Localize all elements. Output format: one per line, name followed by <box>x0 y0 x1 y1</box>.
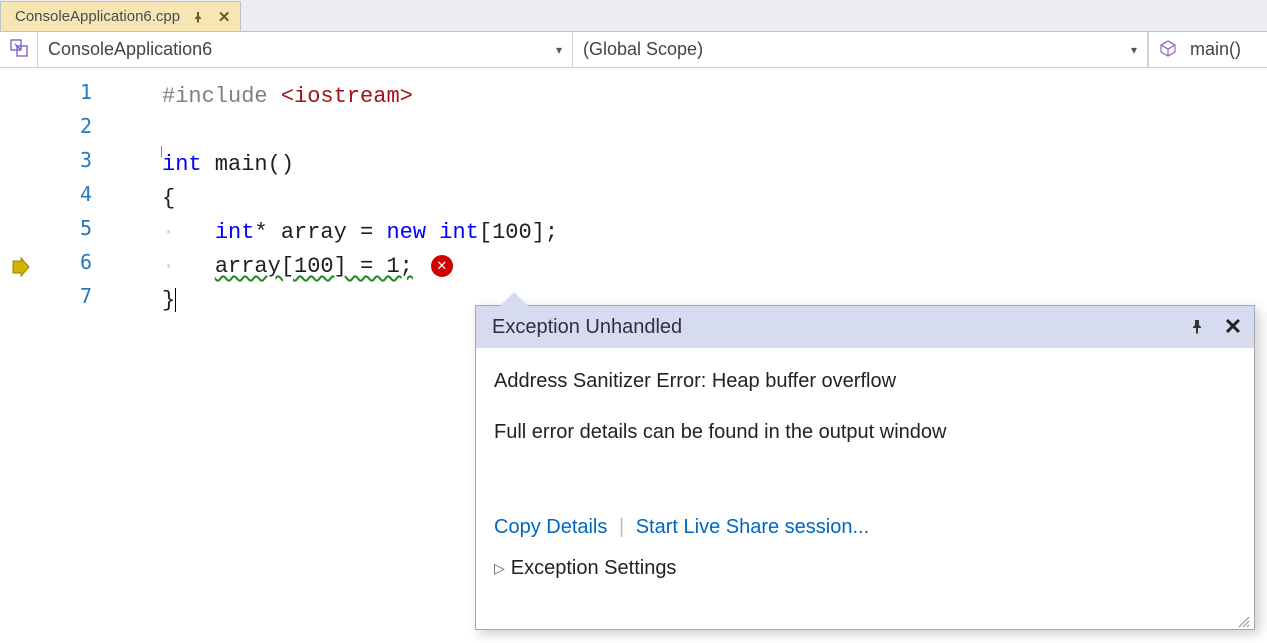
outline-gutter: − <box>106 68 162 643</box>
tab-filename: ConsoleApplication6.cpp <box>15 8 180 25</box>
text-caret <box>175 288 176 312</box>
code-line: · array[100] = 1;✕ <box>162 250 1267 284</box>
token-keyword: int <box>162 152 202 177</box>
close-icon[interactable]: ✕ <box>216 9 232 25</box>
code-line: · int* array = new int[100]; <box>162 216 1267 250</box>
token-brace: { <box>162 186 175 211</box>
code-line: #include <iostream> <box>162 80 1267 114</box>
chevron-right-icon: ▷ <box>494 560 505 577</box>
scope-combo[interactable]: (Global Scope) ▾ <box>573 32 1148 67</box>
nav-bar: ConsoleApplication6 ▾ (Global Scope) ▾ m… <box>0 32 1267 68</box>
current-statement-arrow-icon <box>10 256 32 278</box>
code-line: int main() <box>162 148 1267 182</box>
token-star: * <box>254 220 267 245</box>
project-combo[interactable]: ConsoleApplication6 ▾ <box>38 32 573 67</box>
line-number: 2 <box>44 114 106 148</box>
token-ident: main() <box>202 152 294 177</box>
popup-error-message: Address Sanitizer Error: Heap buffer ove… <box>494 370 1236 393</box>
line-numbers: 1 2 3 4 5 6 7 <box>44 68 106 643</box>
function-combo[interactable]: main() <box>1186 32 1267 67</box>
start-live-share-link[interactable]: Start Live Share session... <box>636 516 869 538</box>
pin-icon[interactable] <box>1186 316 1208 338</box>
token-keyword: new <box>386 220 439 245</box>
glyph-margin <box>0 68 44 643</box>
line-number: 5 <box>44 216 106 250</box>
resize-grip-icon[interactable] <box>1236 611 1250 625</box>
project-combo-text: ConsoleApplication6 <box>48 39 212 60</box>
token-include: #include <box>162 84 281 109</box>
popup-title-text: Exception Unhandled <box>492 316 682 339</box>
token-semi: ; <box>545 220 558 245</box>
token-header: <iostream> <box>281 84 413 109</box>
function-combo-text: main() <box>1190 39 1241 60</box>
line-number: 4 <box>44 182 106 216</box>
popup-body: Address Sanitizer Error: Heap buffer ove… <box>476 348 1254 516</box>
token-keyword: int <box>439 220 479 245</box>
nav-scope-icon-box[interactable] <box>0 32 38 67</box>
token-squiggle-warning: array[100] = 1; <box>215 254 413 279</box>
token-brace: } <box>162 288 175 313</box>
scope-switch-icon <box>9 38 29 61</box>
popup-detail-message: Full error details can be found in the o… <box>494 421 1236 444</box>
error-glyph-icon[interactable]: ✕ <box>431 255 453 277</box>
function-icon-box <box>1148 32 1186 67</box>
code-line: { <box>162 182 1267 216</box>
line-number: 7 <box>44 284 106 318</box>
token-eq: = <box>360 220 386 245</box>
token-keyword: int <box>215 220 255 245</box>
chevron-down-icon: ▾ <box>1131 43 1137 57</box>
copy-details-link[interactable]: Copy Details <box>494 516 607 538</box>
popup-links: Copy Details | Start Live Share session.… <box>476 516 1254 547</box>
popup-titlebar[interactable]: Exception Unhandled ✕ <box>476 306 1254 348</box>
pin-icon[interactable] <box>190 9 206 25</box>
method-cube-icon <box>1159 39 1177 60</box>
tab-strip: ConsoleApplication6.cpp ✕ <box>0 0 1267 32</box>
line-number: 3 <box>44 148 106 182</box>
separator: | <box>619 516 624 538</box>
chevron-down-icon: ▾ <box>556 43 562 57</box>
code-line <box>162 114 1267 148</box>
exception-popup: Exception Unhandled ✕ Address Sanitizer … <box>475 305 1255 630</box>
line-number: 1 <box>44 80 106 114</box>
token-number: 100 <box>492 220 532 245</box>
scope-combo-text: (Global Scope) <box>583 39 703 60</box>
exception-settings-label: Exception Settings <box>511 557 677 580</box>
close-icon[interactable]: ✕ <box>1222 316 1244 338</box>
exception-settings-expander[interactable]: ▷ Exception Settings <box>476 547 1254 596</box>
line-number: 6 <box>44 250 106 284</box>
token-ident: array <box>268 220 360 245</box>
file-tab[interactable]: ConsoleApplication6.cpp ✕ <box>0 1 241 31</box>
